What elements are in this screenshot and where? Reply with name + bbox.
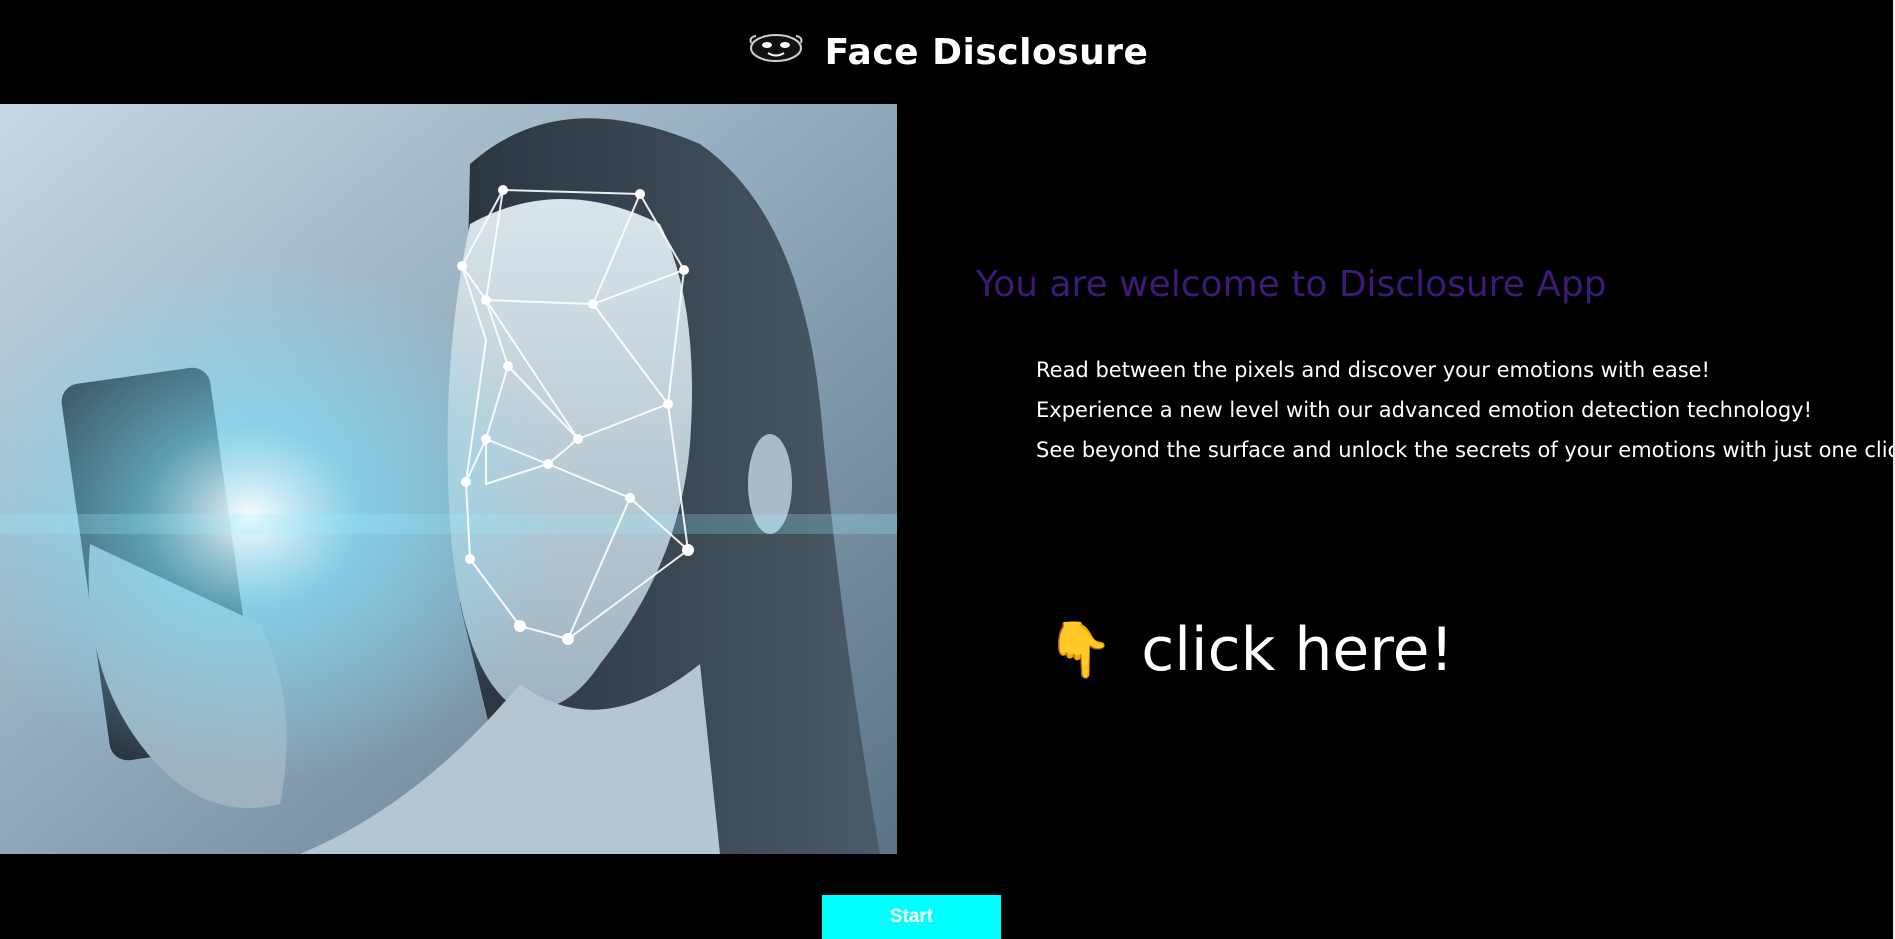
start-button[interactable]: Start (822, 895, 1001, 939)
tagline-list: Read between the pixels and discover you… (1036, 350, 1893, 470)
page: Face Disclosure You are welcome to Discl… (0, 0, 1895, 939)
pointing-down-hand-icon: 👇 (1046, 618, 1114, 681)
tagline-item: Experience a new level with our advanced… (1036, 398, 1812, 422)
tagline-item: Read between the pixels and discover you… (1036, 358, 1710, 382)
click-here-link[interactable]: 👇 click here! (1046, 615, 1454, 685)
face-recognition-photo (0, 104, 897, 854)
welcome-heading: You are welcome to Disclosure App (976, 264, 1607, 305)
tagline-item: See beyond the surface and unlock the se… (1036, 438, 1893, 462)
click-here-label: click here! (1141, 615, 1454, 685)
face-mask-icon (749, 34, 802, 62)
hero-image (0, 104, 897, 854)
app-header: Face Disclosure (0, 0, 1895, 104)
app-title: Face Disclosure (824, 31, 1149, 73)
